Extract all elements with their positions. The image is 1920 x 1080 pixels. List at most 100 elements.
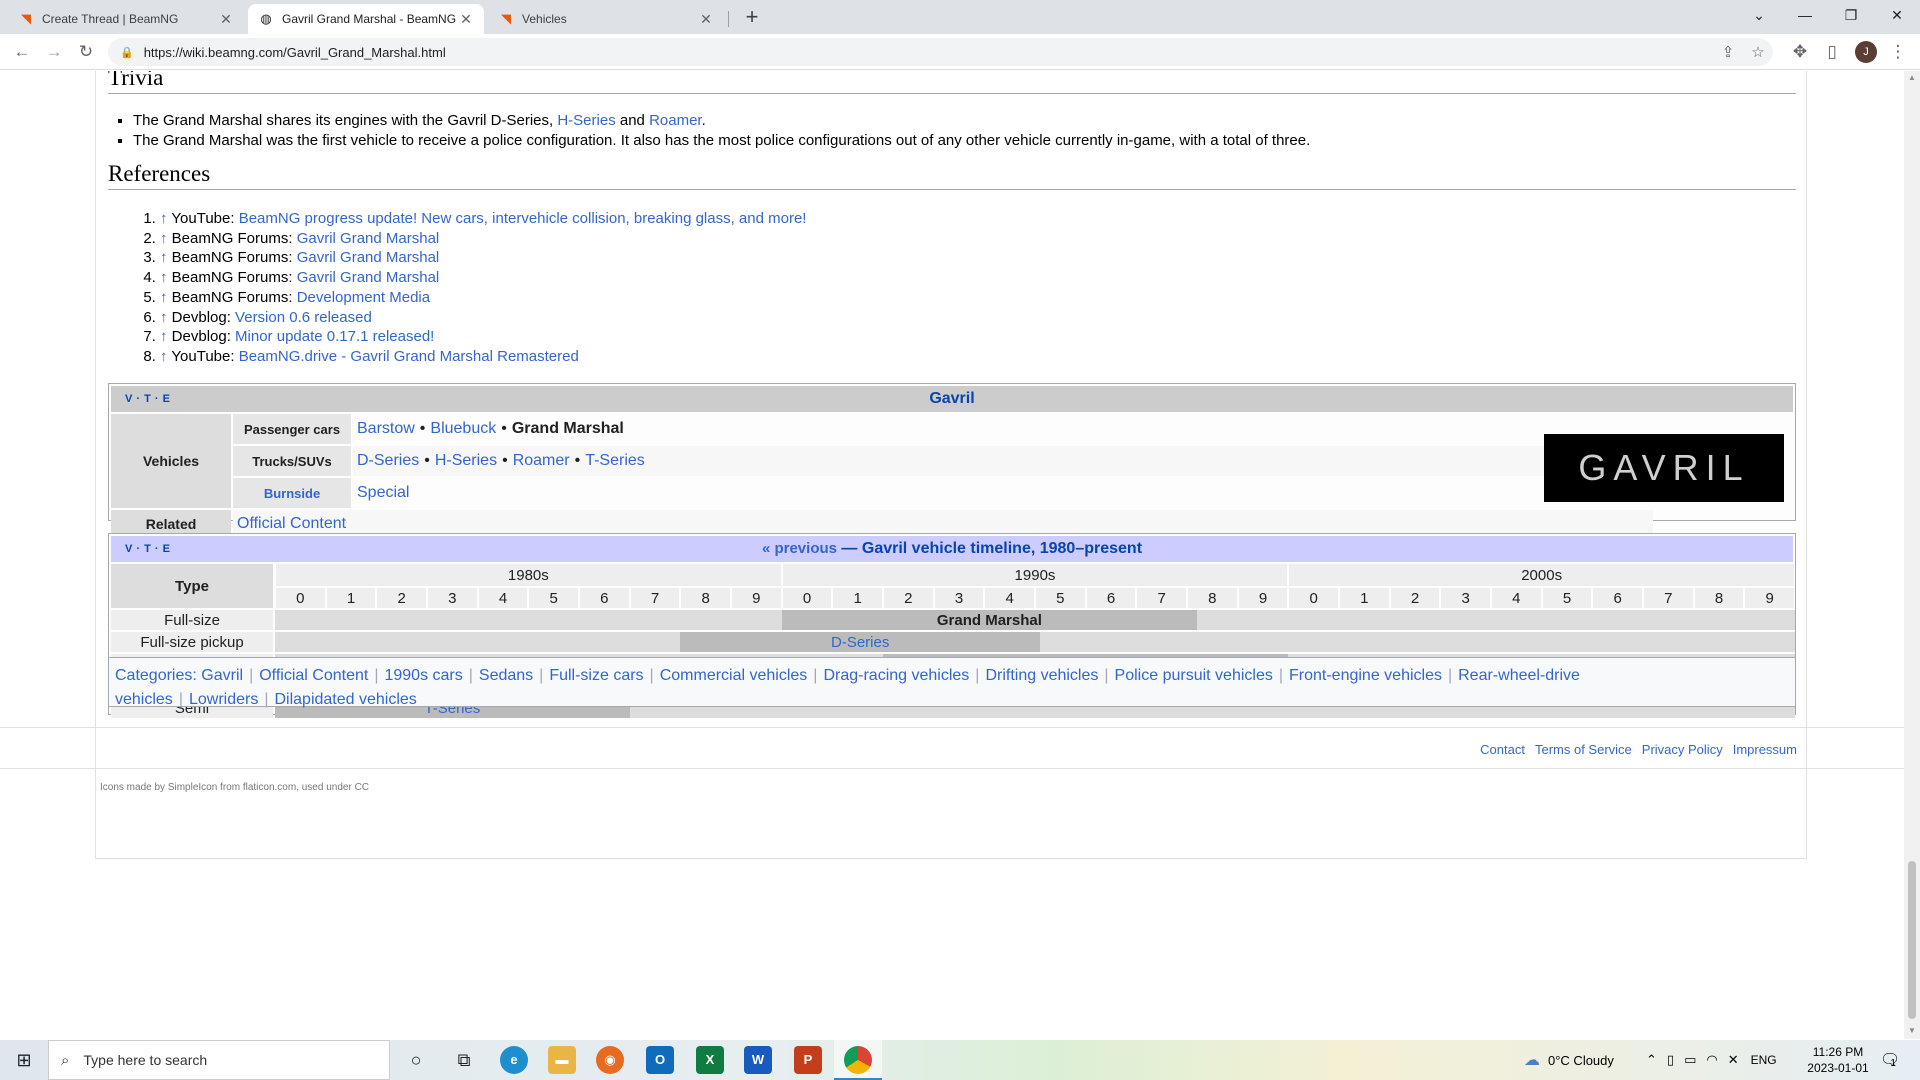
category-link[interactable]: Lowriders bbox=[189, 691, 258, 708]
scroll-down-icon[interactable]: ▼ bbox=[1904, 1026, 1920, 1035]
side-panel-icon[interactable]: ▯ bbox=[1818, 38, 1846, 66]
language-indicator[interactable]: ENG bbox=[1751, 1053, 1777, 1067]
wifi-icon[interactable]: ◠ bbox=[1706, 1052, 1717, 1068]
forward-button[interactable]: → bbox=[40, 38, 68, 66]
back-button[interactable]: ← bbox=[8, 38, 36, 66]
close-icon[interactable]: ✕ bbox=[218, 11, 234, 28]
backlink-arrow-icon[interactable]: ↑ bbox=[160, 309, 168, 326]
scrollbar-thumb[interactable] bbox=[1908, 861, 1916, 1019]
category-link[interactable]: Drag-racing vehicles bbox=[823, 667, 969, 684]
link-official-content[interactable]: Official Content bbox=[237, 515, 346, 533]
reference-link[interactable]: BeamNG.drive - Gavril Grand Marshal Rema… bbox=[239, 348, 579, 365]
page-scrollbar[interactable]: ▲ ▼ bbox=[1904, 71, 1920, 1039]
footer-link[interactable]: Impressum bbox=[1733, 742, 1797, 757]
close-icon[interactable]: ✕ bbox=[458, 11, 474, 28]
category-link[interactable]: Commercial vehicles bbox=[660, 667, 808, 684]
vte-links[interactable]: V · T · E bbox=[125, 543, 170, 555]
backlink-arrow-icon[interactable]: ↑ bbox=[160, 210, 168, 227]
tab-gavril-grand-marshal[interactable]: ◍ Gavril Grand Marshal - BeamNG ✕ bbox=[248, 4, 484, 34]
timeline-bar[interactable]: D-Series bbox=[680, 632, 1041, 652]
footer-link[interactable]: Contact bbox=[1480, 742, 1525, 757]
previous-link[interactable]: « previous bbox=[762, 540, 837, 557]
word-icon[interactable]: W bbox=[744, 1046, 772, 1074]
task-view-icon[interactable]: ⧉ bbox=[444, 1045, 484, 1075]
tab-create-thread[interactable]: ◥ Create Thread | BeamNG ✕ bbox=[8, 4, 244, 34]
weather-widget[interactable]: ☁ 0°C Cloudy bbox=[1524, 1040, 1614, 1080]
taskbar-search[interactable]: ⌕ Type here to search bbox=[48, 1040, 390, 1080]
bookmark-star-icon[interactable]: ☆ bbox=[1743, 43, 1773, 61]
link-barstow[interactable]: Barstow bbox=[357, 420, 415, 438]
category-link[interactable]: Dilapidated vehicles bbox=[274, 691, 416, 708]
navbox-title[interactable]: Gavril bbox=[111, 390, 1793, 408]
system-clock[interactable]: 11:26 PM 2023-01-01 bbox=[1800, 1044, 1876, 1076]
category-link[interactable]: Sedans bbox=[479, 667, 533, 684]
speaker-muted-icon[interactable]: ✕ bbox=[1728, 1052, 1739, 1068]
categories-label[interactable]: Categories: bbox=[115, 667, 197, 684]
reference-link[interactable]: Gavril Grand Marshal bbox=[297, 269, 440, 286]
notifications-button[interactable]: 🗨 1 bbox=[1880, 1040, 1900, 1080]
chrome-icon[interactable] bbox=[844, 1046, 872, 1074]
timeline-title-text: — Gavril vehicle timeline, 1980–present bbox=[836, 540, 1143, 557]
backlink-arrow-icon[interactable]: ↑ bbox=[160, 230, 168, 247]
edge-icon[interactable]: e bbox=[500, 1046, 528, 1074]
link-bluebuck[interactable]: Bluebuck bbox=[430, 420, 496, 438]
link-burnside[interactable]: Burnside bbox=[264, 486, 320, 501]
profile-avatar[interactable]: J bbox=[1855, 41, 1877, 63]
maximize-button[interactable]: ❐ bbox=[1828, 0, 1874, 30]
tab-search-button[interactable]: ⌄ bbox=[1736, 0, 1782, 30]
share-icon[interactable]: ⇪ bbox=[1713, 43, 1743, 61]
backlink-arrow-icon[interactable]: ↑ bbox=[160, 328, 168, 345]
link-d-series[interactable]: D-Series bbox=[357, 452, 419, 470]
battery-icon[interactable]: ▭ bbox=[1684, 1052, 1696, 1068]
category-link[interactable]: 1990s cars bbox=[384, 667, 462, 684]
extensions-icon[interactable]: ✥ bbox=[1786, 38, 1814, 66]
powerpoint-icon[interactable]: P bbox=[794, 1046, 822, 1074]
excel-icon[interactable]: X bbox=[696, 1046, 724, 1074]
reference-link[interactable]: Version 0.6 released bbox=[235, 309, 372, 326]
outlook-icon[interactable]: O bbox=[646, 1046, 674, 1074]
link-roamer[interactable]: Roamer bbox=[649, 112, 702, 129]
chevron-up-icon[interactable]: ⌃ bbox=[1646, 1052, 1657, 1068]
address-bar[interactable]: 🔒 https://wiki.beamng.com/Gavril_Grand_M… bbox=[108, 38, 1773, 66]
cortana-icon[interactable]: ○ bbox=[396, 1045, 436, 1075]
reference-link[interactable]: BeamNG progress update! New cars, interv… bbox=[239, 210, 807, 227]
footer-link[interactable]: Terms of Service bbox=[1535, 742, 1632, 757]
new-tab-button[interactable]: + bbox=[738, 4, 766, 32]
backlink-arrow-icon[interactable]: ↑ bbox=[160, 348, 168, 365]
category-link[interactable]: Official Content bbox=[259, 667, 368, 684]
file-explorer-icon[interactable]: ▬ bbox=[548, 1046, 576, 1074]
footer-link[interactable]: Privacy Policy bbox=[1642, 742, 1723, 757]
backlink-arrow-icon[interactable]: ↑ bbox=[160, 269, 168, 286]
firefox-icon[interactable]: ◉ bbox=[596, 1046, 624, 1074]
close-window-button[interactable]: ✕ bbox=[1874, 0, 1920, 30]
reference-link[interactable]: Minor update 0.17.1 released! bbox=[235, 328, 434, 345]
tab-vehicles[interactable]: ◥ Vehicles ✕ bbox=[488, 4, 724, 34]
link-t-series[interactable]: T-Series bbox=[585, 452, 645, 470]
url-text[interactable]: https://wiki.beamng.com/Gavril_Grand_Mar… bbox=[144, 45, 1713, 60]
backlink-arrow-icon[interactable]: ↑ bbox=[160, 289, 168, 306]
link-special[interactable]: Special bbox=[357, 484, 409, 502]
reference-link[interactable]: Gavril Grand Marshal bbox=[297, 230, 440, 247]
device-icon[interactable]: ▯ bbox=[1667, 1052, 1674, 1068]
gavril-logo-image[interactable]: GAVRIL bbox=[1544, 434, 1784, 502]
reload-button[interactable]: ↻ bbox=[72, 38, 100, 66]
link-h-series[interactable]: H-Series bbox=[435, 452, 497, 470]
timeline-bar[interactable]: Grand Marshal bbox=[781, 610, 1198, 630]
windows-start-icon[interactable]: ⊞ bbox=[4, 1045, 44, 1075]
link-h-series[interactable]: H-Series bbox=[557, 112, 615, 129]
vte-links[interactable]: V · T · E bbox=[125, 393, 170, 405]
scroll-up-icon[interactable]: ▲ bbox=[1904, 73, 1920, 82]
close-icon[interactable]: ✕ bbox=[698, 11, 714, 28]
reference-link[interactable]: Development Media bbox=[297, 289, 430, 306]
category-link[interactable]: Drifting vehicles bbox=[985, 667, 1098, 684]
category-link[interactable]: Police pursuit vehicles bbox=[1115, 667, 1273, 684]
reference-link[interactable]: Gavril Grand Marshal bbox=[297, 249, 440, 266]
menu-kebab-icon[interactable]: ⋮ bbox=[1884, 38, 1912, 66]
minimize-button[interactable]: — bbox=[1782, 0, 1828, 30]
page-viewport: Trivia The Grand Marshal shares its engi… bbox=[0, 71, 1904, 1039]
category-link[interactable]: Front-engine vehicles bbox=[1289, 667, 1442, 684]
link-roamer[interactable]: Roamer bbox=[513, 452, 570, 470]
category-link[interactable]: Gavril bbox=[201, 667, 243, 684]
category-link[interactable]: Full-size cars bbox=[549, 667, 643, 684]
backlink-arrow-icon[interactable]: ↑ bbox=[160, 249, 168, 266]
